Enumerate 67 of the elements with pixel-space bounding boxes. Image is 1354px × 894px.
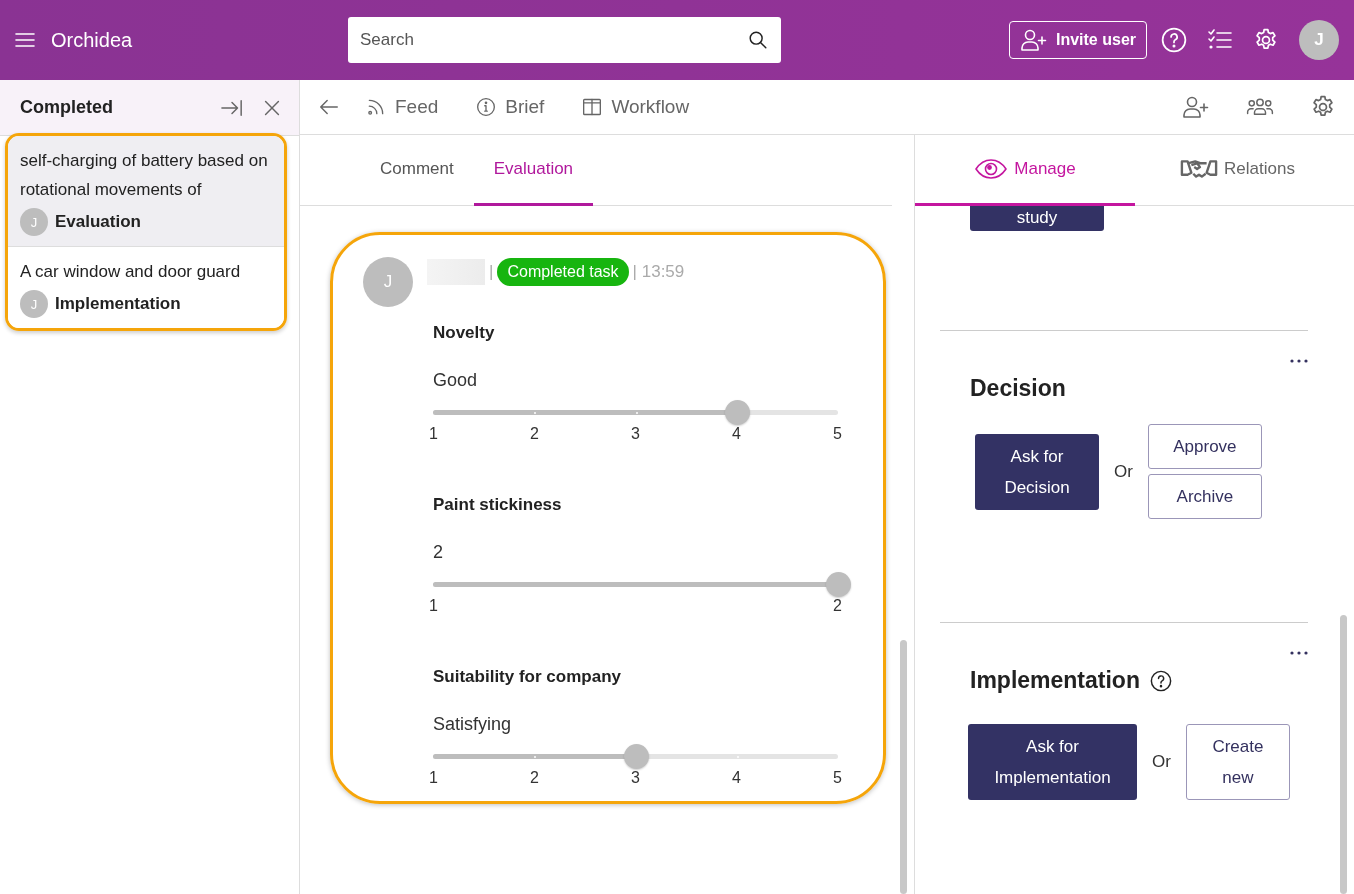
tick-label: 2: [833, 597, 842, 615]
nav-tab[interactable]: Feed: [354, 96, 451, 118]
criterion-title: Suitability for company: [433, 667, 622, 687]
option-button[interactable]: Create new: [1185, 724, 1290, 800]
columns-icon: [582, 97, 603, 117]
eye-icon: [974, 157, 1009, 181]
request-button[interactable]: Ask for Implementation: [968, 724, 1137, 800]
stage-label: Evaluation: [55, 212, 141, 232]
status-badge: Completed task: [497, 258, 629, 286]
search-icon[interactable]: [747, 29, 769, 51]
tick-label: 2: [530, 769, 539, 787]
avatar-icon: J: [363, 257, 413, 307]
more-icon[interactable]: [1290, 359, 1308, 363]
search-field[interactable]: Search: [348, 17, 781, 63]
tick-label: 2: [530, 425, 539, 443]
handshake-icon: [1180, 157, 1219, 181]
help-icon[interactable]: [1149, 669, 1172, 692]
add-user-icon[interactable]: [1182, 95, 1210, 119]
tick-label: 5: [833, 769, 842, 787]
nav-tab[interactable]: Brief: [464, 96, 557, 118]
more-icon[interactable]: [1290, 651, 1308, 655]
timestamp: | 13:59: [632, 262, 685, 282]
study-button[interactable]: study: [970, 206, 1104, 231]
tick-label: 4: [732, 425, 741, 443]
tab[interactable]: Comment: [360, 135, 474, 206]
rating-value: Satisfying: [433, 714, 513, 735]
scrollbar[interactable]: [900, 640, 907, 894]
rating-value: 2: [433, 542, 444, 563]
sidebar-title: Completed: [20, 97, 113, 118]
scrollbar[interactable]: [1340, 615, 1347, 894]
slider-thumb[interactable]: [826, 572, 851, 597]
separator: |: [489, 262, 494, 282]
tick-label: 3: [631, 425, 640, 443]
rss-icon: [366, 97, 386, 117]
invite-user-button[interactable]: Invite user: [1008, 21, 1147, 59]
stage-label: Implementation: [55, 294, 181, 314]
section-title: Implementation: [970, 667, 1140, 694]
info-icon: [476, 97, 497, 117]
or-label: Or: [1152, 752, 1171, 772]
team-icon[interactable]: [1246, 96, 1274, 118]
slider-thumb[interactable]: [623, 744, 649, 769]
slider-thumb[interactable]: [724, 400, 750, 425]
nav-tab[interactable]: Workflow: [570, 96, 702, 118]
tab[interactable]: Evaluation: [473, 135, 594, 206]
or-label: Or: [1114, 461, 1133, 482]
idea-title: self-charging of battery based on rotational movements of: [20, 150, 269, 201]
idea-title: A car window and door guard: [20, 261, 242, 283]
tick-label: 1: [429, 597, 438, 615]
avatar-icon: J: [20, 290, 48, 318]
criterion-title: Paint stickiness: [433, 495, 563, 515]
option-button[interactable]: Archive: [1147, 474, 1262, 519]
rating-value: Good: [433, 370, 479, 391]
tick-label: 5: [833, 425, 842, 443]
criterion-title: Novelty: [433, 323, 496, 343]
app-title: Orchidea: [51, 28, 133, 52]
tick-label: 3: [631, 769, 640, 787]
avatar-icon: J: [20, 208, 48, 236]
request-button[interactable]: Ask for Decision: [975, 433, 1099, 510]
tick-label: 4: [732, 769, 741, 787]
tab[interactable]: Relations: [1135, 135, 1354, 206]
option-button[interactable]: Approve: [1147, 424, 1262, 469]
idea-list-item[interactable]: self-charging of battery based on rotational movements of J Evaluation: [8, 136, 284, 247]
section-title: Decision: [970, 375, 1066, 402]
tick-label: 1: [429, 769, 438, 787]
add-user-icon: [1019, 28, 1048, 52]
tick-label: 1: [429, 425, 438, 443]
idea-list-item[interactable]: A car window and door guard J Implementation: [8, 247, 284, 328]
